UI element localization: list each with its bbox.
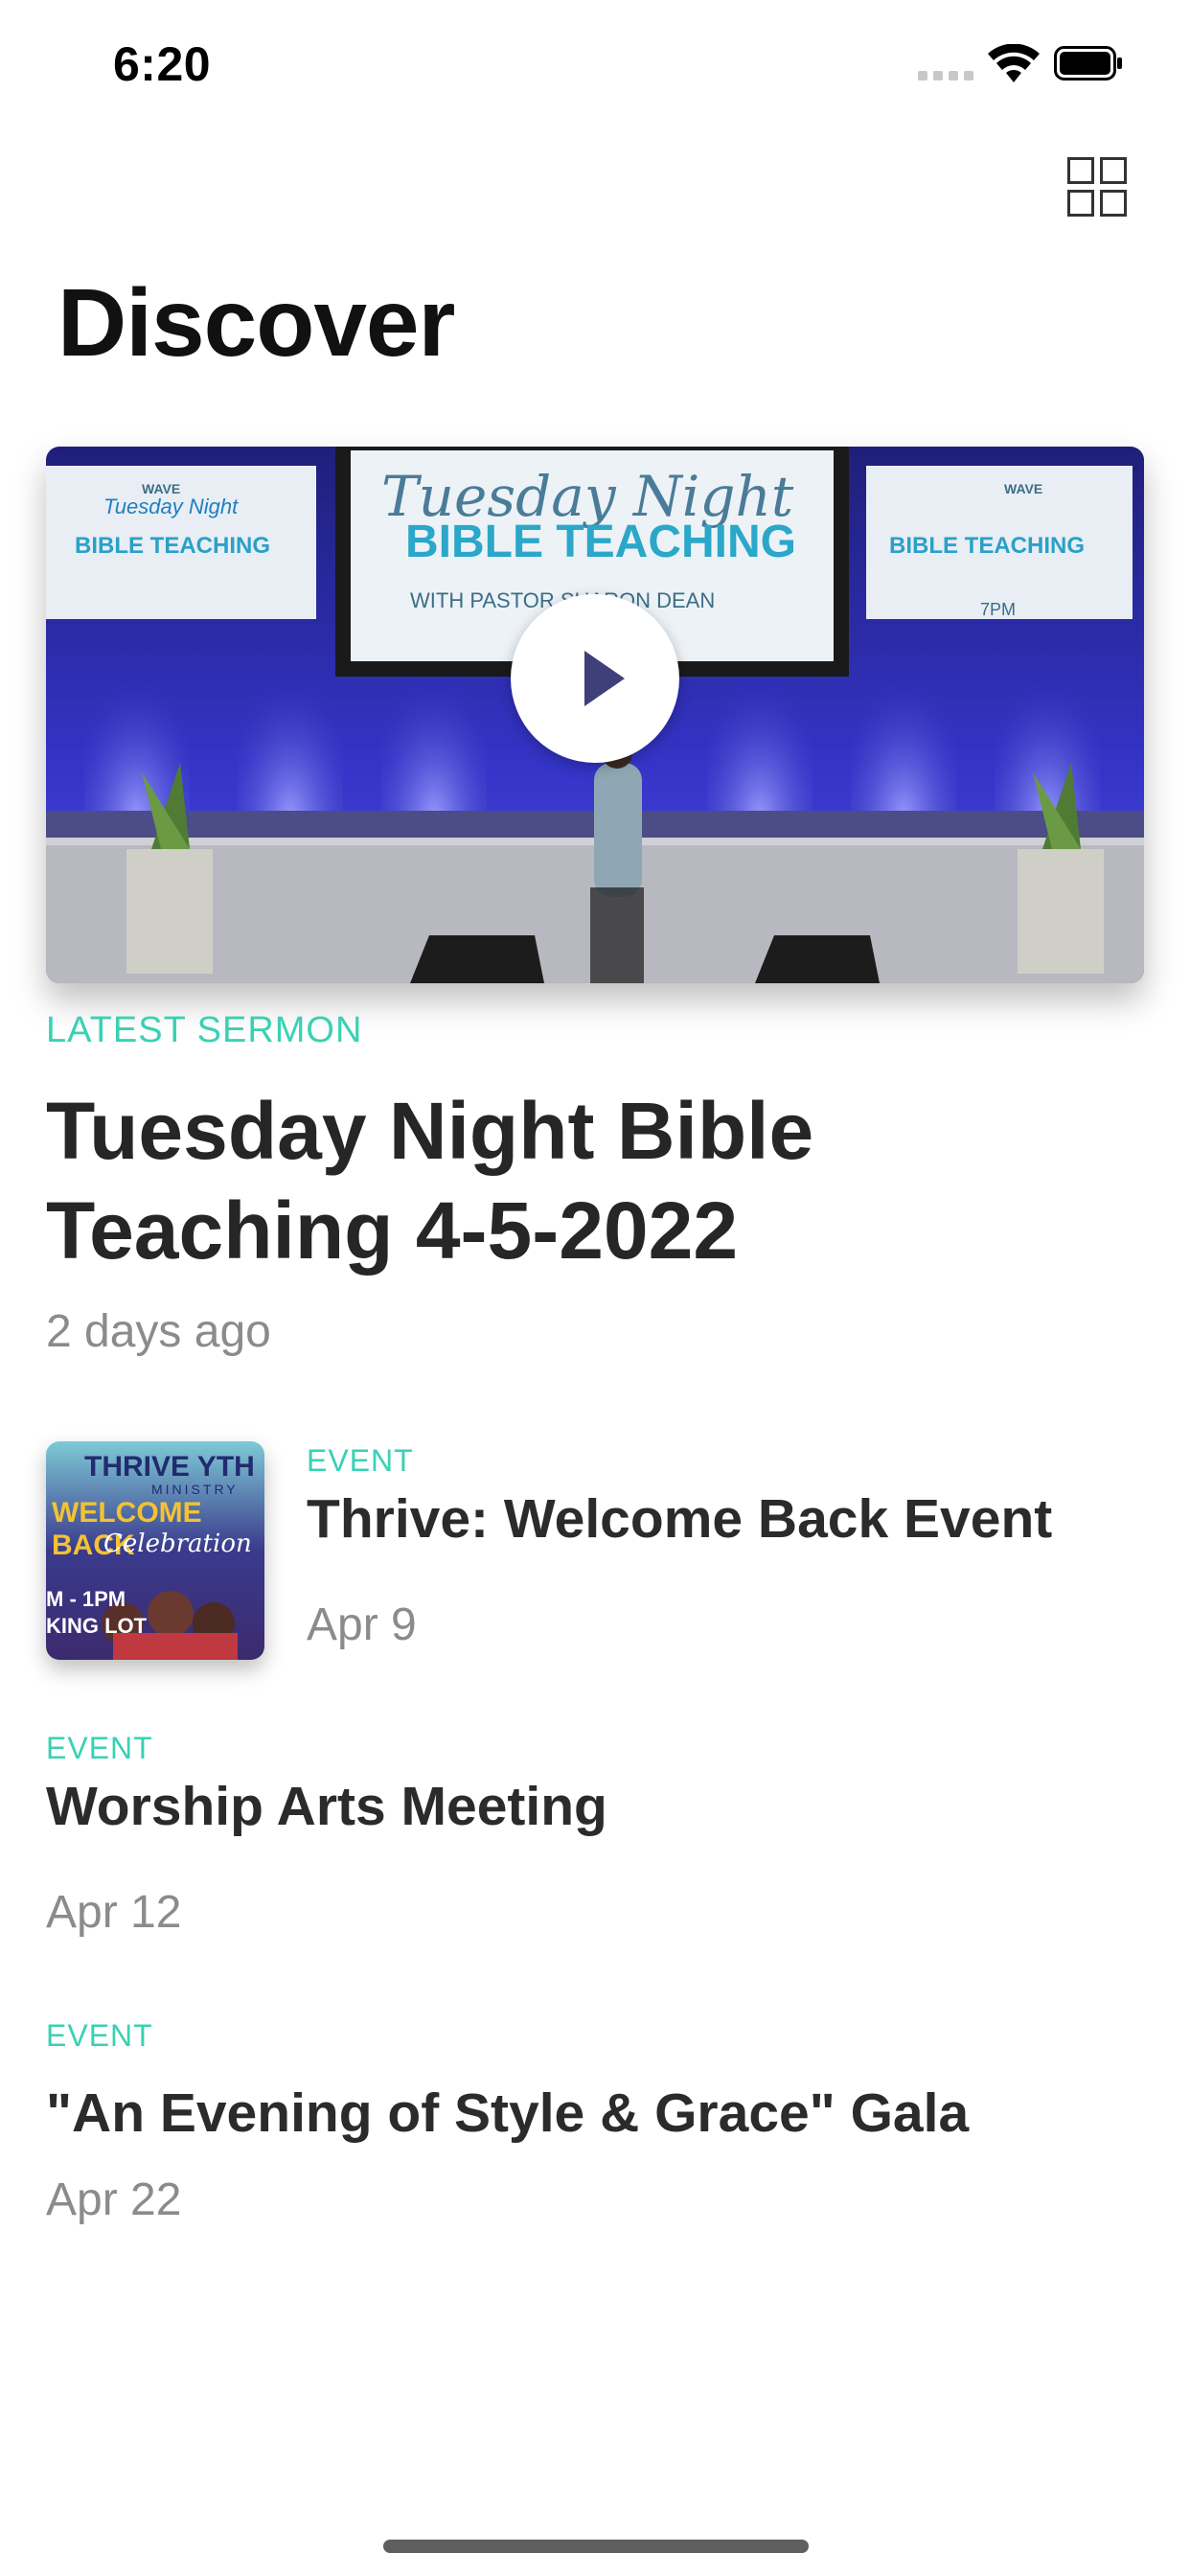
sermon-category: LATEST SERMON: [46, 1010, 363, 1050]
grid-icon[interactable]: [1067, 157, 1131, 220]
flyer-line5: M - 1PM: [46, 1587, 126, 1611]
event-title[interactable]: Thrive: Welcome Back Event: [307, 1487, 1052, 1551]
sermon-date: 2 days ago: [46, 1306, 271, 1357]
flyer-line1: THRIVE YTH: [84, 1451, 255, 1483]
home-indicator[interactable]: [383, 2540, 809, 2553]
flyer-line2: MINISTRY: [151, 1482, 239, 1497]
page-title: Discover: [57, 269, 455, 377]
event-category: EVENT: [46, 2018, 153, 2053]
play-icon: [584, 651, 625, 706]
screen-right-logo: WAVE: [1004, 481, 1043, 496]
event-date: Apr 9: [307, 1599, 417, 1650]
event-date: Apr 12: [46, 1887, 182, 1938]
cellular-signal-icon: [918, 71, 973, 80]
battery-icon: [1054, 46, 1122, 80]
screen-left-logo: WAVE: [142, 481, 181, 496]
event-title[interactable]: Worship Arts Meeting: [46, 1775, 607, 1838]
event-category: EVENT: [46, 1731, 153, 1765]
screen-right-subtitle: BIBLE TEACHING: [889, 533, 1085, 559]
screen-main-subtitle: BIBLE TEACHING: [405, 517, 796, 567]
status-time: 6:20: [113, 37, 212, 91]
screen-left-title: Tuesday Night: [103, 494, 239, 518]
flyer-line4: Celebration: [103, 1530, 252, 1558]
screen-left-subtitle: BIBLE TEACHING: [75, 533, 270, 559]
event-category: EVENT: [307, 1443, 414, 1478]
wifi-icon: [988, 44, 1040, 82]
event-title[interactable]: "An Evening of Style & Grace" Gala: [46, 2082, 969, 2145]
event-thumbnail[interactable]: THRIVE YTH MINISTRY WELCOME BACK Celebra…: [46, 1441, 264, 1660]
flyer-line6: KING LOT: [46, 1614, 148, 1638]
screen-right-time: 7PM: [980, 600, 1017, 619]
event-date: Apr 22: [46, 2174, 182, 2225]
sermon-title[interactable]: Tuesday Night Bible Teaching 4-5-2022: [46, 1081, 1100, 1280]
